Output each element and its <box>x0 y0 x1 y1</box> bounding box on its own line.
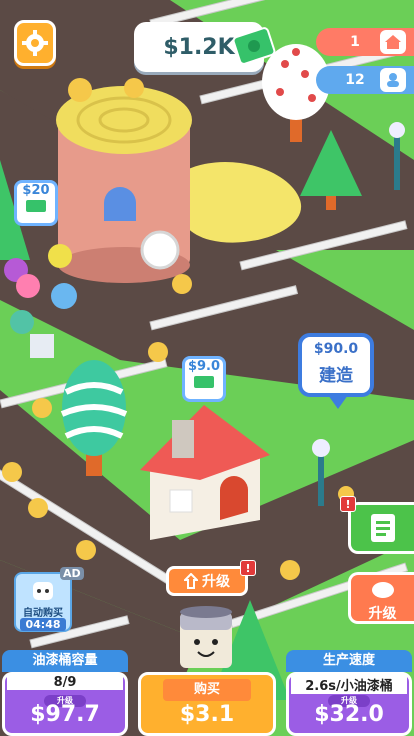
settings-button[interactable] <box>14 20 56 66</box>
upgrade-side-button[interactable]: 升级 <box>348 572 414 624</box>
capacity-title: 油漆桶容量 <box>2 650 128 672</box>
speed-value: 2.6s/小油漆桶 <box>291 675 407 694</box>
tower-price-tag[interactable]: $20 <box>14 180 58 226</box>
customers-counter: 12 <box>316 66 414 94</box>
gear-icon <box>22 30 48 56</box>
task-alert-badge: ! <box>340 496 356 512</box>
ad-tag: AD <box>60 567 84 580</box>
upgrade-alert-badge: ! <box>240 560 256 576</box>
build-label: 建造 <box>319 366 353 386</box>
paint-tower <box>56 86 192 283</box>
speed-panel[interactable]: 生产速度 2.6s/小油漆桶 升级 $32.0 <box>286 650 412 736</box>
customers-icon <box>380 68 406 92</box>
upgrade-center-button[interactable]: 升级 <box>166 566 248 596</box>
speed-title: 生产速度 <box>286 650 412 672</box>
upgrade-center-label: 升级 <box>202 574 230 590</box>
cash-value: $1.2K <box>163 34 235 60</box>
houses-counter: 1 <box>316 28 414 56</box>
buy-title: 购买 <box>163 679 251 701</box>
capacity-panel[interactable]: 油漆桶容量 8/9 升级 $97.7 <box>2 650 128 736</box>
buy-price: $3.1 <box>179 702 235 727</box>
speed-price: $32.0 <box>314 702 384 727</box>
capacity-value: 8/9 <box>7 675 123 690</box>
character-upgrade-icon <box>371 582 394 598</box>
auto-buy-button[interactable]: 自动购买 04:48 <box>14 572 72 632</box>
houses-value: 1 <box>350 34 360 50</box>
auto-buy-label: 自动购买 <box>23 608 63 619</box>
buy-panel[interactable]: 购买 $3.1 <box>138 650 276 736</box>
money-bill-icon <box>232 27 276 65</box>
build-button[interactable]: $90.0 建造 <box>298 333 374 409</box>
clipboard-icon <box>370 514 395 542</box>
auto-buy-timer: 04:48 <box>20 618 66 631</box>
house-price: $9.0 <box>187 359 221 374</box>
task-list-button[interactable] <box>348 502 414 554</box>
house-price-tag[interactable]: $9.0 <box>182 356 226 402</box>
home-arrow-icon <box>184 573 198 589</box>
house-icon <box>380 30 406 54</box>
money-bill-icon <box>194 376 214 388</box>
customers-value: 12 <box>345 72 365 88</box>
robot-icon <box>33 582 53 600</box>
build-price: $90.0 <box>313 341 359 357</box>
money-bill-icon <box>26 200 46 212</box>
tower-price: $20 <box>22 183 50 198</box>
upgrade-side-label: 升级 <box>368 606 397 622</box>
capacity-price: $97.7 <box>30 702 100 727</box>
